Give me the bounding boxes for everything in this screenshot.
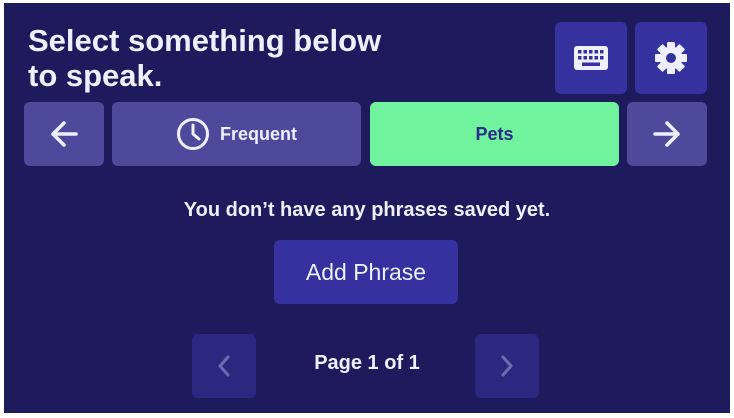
- tabs-prev-button[interactable]: [24, 102, 104, 166]
- title-line-1: Select something below: [28, 23, 382, 58]
- tab-label: Frequent: [219, 123, 297, 144]
- next-page-button[interactable]: [475, 334, 539, 398]
- clock-icon: [176, 117, 210, 151]
- settings-button[interactable]: [635, 22, 707, 94]
- gear-icon: [655, 42, 687, 74]
- empty-state-message: You don’t have any phrases saved yet.: [183, 199, 551, 221]
- chevron-right-icon: [501, 355, 513, 377]
- tab-frequent[interactable]: Frequent: [112, 102, 361, 166]
- tab-pets[interactable]: Pets: [370, 102, 619, 166]
- keyboard-button[interactable]: [555, 22, 627, 94]
- chevron-left-icon: [218, 355, 230, 377]
- arrow-right-icon: [653, 121, 680, 147]
- app-frame: Select something below to speak. Frequen…: [4, 3, 730, 413]
- page-title: Select something below to speak.: [28, 23, 428, 93]
- add-phrase-button[interactable]: Add Phrase: [274, 240, 458, 304]
- arrow-left-icon: [51, 121, 78, 147]
- tab-label: Pets: [475, 123, 514, 144]
- keyboard-icon: [574, 46, 608, 70]
- prev-page-button[interactable]: [192, 334, 256, 398]
- title-line-2: to speak.: [28, 58, 163, 93]
- tabs-next-button[interactable]: [627, 102, 707, 166]
- page-indicator: Page 1 of 1: [314, 352, 420, 374]
